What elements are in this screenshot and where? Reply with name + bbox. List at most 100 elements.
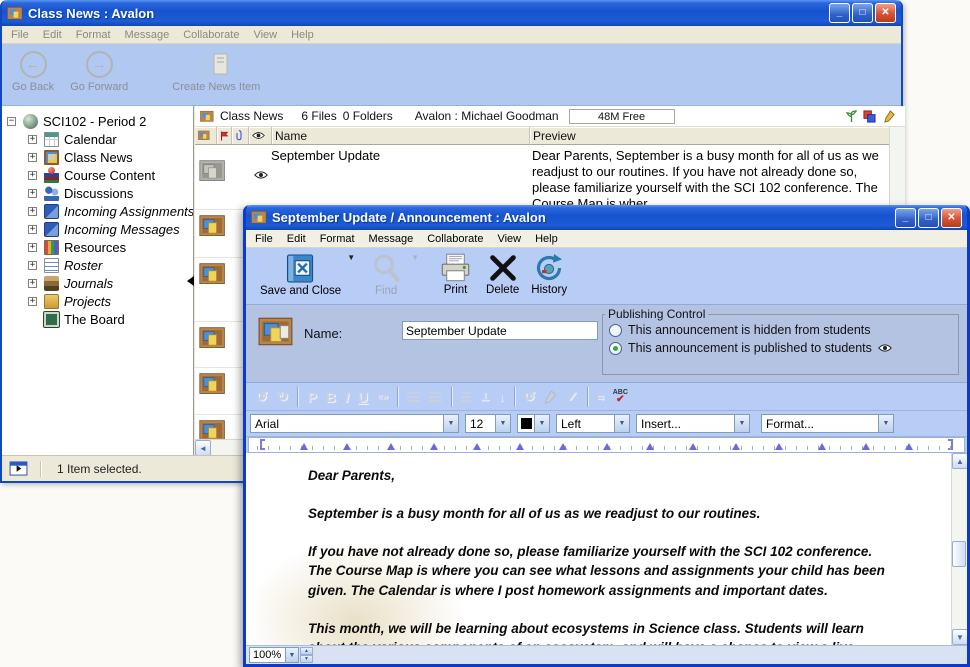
menu-file[interactable]: File xyxy=(248,231,280,247)
chevron-down-icon[interactable]: ▼ xyxy=(878,415,893,432)
indent-icon[interactable] xyxy=(461,392,471,402)
item-type-column-header[interactable] xyxy=(195,127,217,144)
tree-item-discussions[interactable]: +Discussions xyxy=(2,184,193,202)
announcement-icon[interactable] xyxy=(199,262,226,286)
zoom-spinner[interactable]: ▲ ▼ xyxy=(300,647,313,663)
announcement-icon[interactable] xyxy=(199,326,226,350)
announcement-body-text[interactable]: Dear Parents, September is a busy month … xyxy=(308,466,897,645)
quote-icon[interactable]: «» xyxy=(377,391,388,402)
menu-file[interactable]: File xyxy=(4,27,36,43)
tree-root-sci102[interactable]: − SCI102 - Period 2 xyxy=(2,112,193,130)
minimize-button[interactable]: _ xyxy=(829,3,850,23)
undo-icon[interactable]: ↺ xyxy=(256,388,268,405)
chevron-down-icon[interactable]: ▼ xyxy=(285,648,298,662)
visibility-column-header[interactable] xyxy=(249,127,272,144)
maximize-button[interactable]: □ xyxy=(852,3,873,23)
menu-format[interactable]: Format xyxy=(69,27,118,43)
bold-icon[interactable]: B xyxy=(326,389,336,405)
font-select[interactable]: Arial ▼ xyxy=(250,414,459,433)
go-back-button[interactable]: ← Go Back xyxy=(12,51,54,93)
flag-column-header[interactable] xyxy=(217,127,232,144)
scroll-down-button[interactable]: ▼ xyxy=(952,629,967,645)
go-forward-button[interactable]: → Go Forward xyxy=(70,51,128,93)
plain-style-icon[interactable]: P xyxy=(307,389,316,405)
insert-select[interactable]: Insert... ▼ xyxy=(636,414,750,433)
bullet-list-icon[interactable] xyxy=(407,392,420,402)
align-select[interactable]: Left ▼ xyxy=(556,414,630,433)
name-column-header[interactable]: Name xyxy=(272,127,530,144)
scroll-up-button[interactable]: ▲ xyxy=(952,453,967,469)
tree-item-course-content[interactable]: +Course Content xyxy=(2,166,193,184)
announcement-icon[interactable] xyxy=(199,214,226,238)
underline-icon[interactable]: U xyxy=(358,389,368,405)
tree-item-incoming-assignments[interactable]: +Incoming Assignments xyxy=(2,202,193,220)
main-titlebar[interactable]: Class News : Avalon _ □ ✕ xyxy=(2,0,901,26)
move-down-icon[interactable]: ↓ xyxy=(499,390,505,404)
delete-button[interactable]: Delete xyxy=(486,253,519,296)
create-news-item-button[interactable]: Create News Item xyxy=(172,51,260,93)
overlap-squares-icon[interactable] xyxy=(863,110,876,123)
menu-collaborate[interactable]: Collaborate xyxy=(420,231,490,247)
zoom-select[interactable]: 100% ▼ xyxy=(249,647,299,663)
right-margin-marker[interactable] xyxy=(948,439,953,450)
scroll-left-button[interactable]: ◄ xyxy=(195,440,211,456)
announcement-icon[interactable] xyxy=(199,372,226,396)
redo-icon[interactable]: ↻ xyxy=(277,388,289,405)
save-and-close-button[interactable]: Save and Close xyxy=(260,253,341,297)
approve-check-icon[interactable]: ✓ xyxy=(566,388,578,405)
splitter-collapse-arrow[interactable] xyxy=(187,276,194,286)
signature-icon[interactable]: ≈ xyxy=(597,390,604,404)
print-button[interactable]: Print xyxy=(439,253,472,296)
collapse-box-icon[interactable]: − xyxy=(7,117,16,126)
chevron-down-icon[interactable]: ▼ xyxy=(495,415,510,432)
menu-view[interactable]: View xyxy=(246,27,284,43)
name-input[interactable] xyxy=(402,321,598,340)
tree-item-calendar[interactable]: +Calendar xyxy=(2,130,193,148)
format-select[interactable]: Format... ▼ xyxy=(761,414,894,433)
save-dropdown-arrow[interactable]: ▼ xyxy=(347,253,355,262)
pen-icon[interactable] xyxy=(544,390,557,404)
pencil-icon[interactable] xyxy=(884,110,895,123)
tree-item-resources[interactable]: +Resources xyxy=(2,238,193,256)
news-item-name[interactable]: September Update xyxy=(271,148,380,163)
radio-selected-icon[interactable] xyxy=(609,342,622,355)
menu-edit[interactable]: Edit xyxy=(36,27,69,43)
menu-message[interactable]: Message xyxy=(362,231,421,247)
history-button[interactable]: History xyxy=(531,253,567,296)
numbered-list-icon[interactable] xyxy=(429,392,442,402)
ruler[interactable] xyxy=(248,437,965,453)
chevron-down-icon[interactable]: ▼ xyxy=(734,415,749,432)
tree-item-roster[interactable]: +Roster xyxy=(2,256,193,274)
spinner-down-icon[interactable]: ▼ xyxy=(300,655,313,663)
tree-item-journals[interactable]: +Journals xyxy=(2,274,193,292)
italic-icon[interactable]: I xyxy=(345,389,349,405)
window-panel-icon[interactable] xyxy=(9,461,28,476)
minimize-button[interactable]: _ xyxy=(895,208,916,228)
maximize-button[interactable]: □ xyxy=(918,208,939,228)
find-button[interactable]: Find xyxy=(369,253,403,297)
radio-icon[interactable] xyxy=(609,324,622,337)
revert-icon[interactable]: ↺ xyxy=(524,388,536,405)
chevron-down-icon[interactable]: ▼ xyxy=(614,415,629,432)
menu-view[interactable]: View xyxy=(490,231,528,247)
tree-item-class-news[interactable]: +Class News xyxy=(2,148,193,166)
attachment-column-header[interactable] xyxy=(232,127,249,144)
font-size-select[interactable]: 12 ▼ xyxy=(465,414,511,433)
radio-published-to-students[interactable]: This announcement is published to studen… xyxy=(603,339,958,357)
close-button[interactable]: ✕ xyxy=(941,208,962,228)
menu-edit[interactable]: Edit xyxy=(280,231,313,247)
news-item-preview[interactable]: Dear Parents, September is a busy month … xyxy=(532,148,884,212)
align-bottom-icon[interactable]: ⊥ xyxy=(480,390,490,403)
tree-item-the-board[interactable]: The Board xyxy=(2,310,193,328)
tree-item-incoming-messages[interactable]: +Incoming Messages xyxy=(2,220,193,238)
menu-message[interactable]: Message xyxy=(118,27,177,43)
radio-hidden-from-students[interactable]: This announcement is hidden from student… xyxy=(603,321,958,339)
spell-check-icon[interactable]: ABC✔ xyxy=(613,389,628,405)
chevron-down-icon[interactable]: ▼ xyxy=(534,415,549,432)
scrollbar-thumb[interactable] xyxy=(952,541,966,567)
chevron-down-icon[interactable]: ▼ xyxy=(443,415,458,432)
left-margin-marker[interactable] xyxy=(260,439,265,450)
tree-item-projects[interactable]: +Projects xyxy=(2,292,193,310)
menu-help[interactable]: Help xyxy=(284,27,321,43)
menu-collaborate[interactable]: Collaborate xyxy=(176,27,246,43)
